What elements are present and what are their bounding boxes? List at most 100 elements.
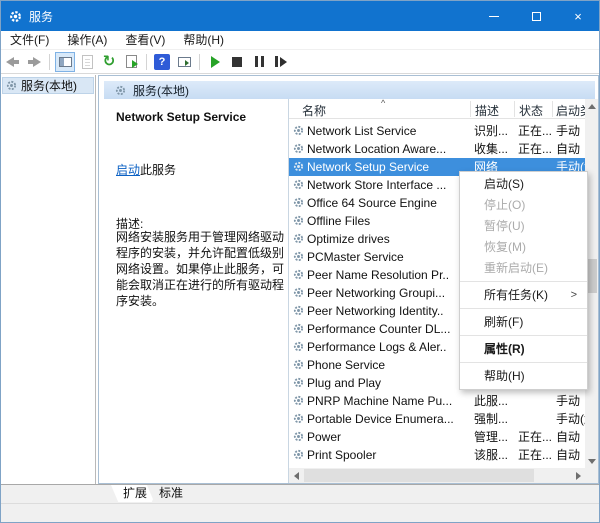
service-name-cell: Peer Networking Groupi...	[307, 284, 471, 302]
services-gear-icon	[6, 80, 17, 91]
service-description-cell: 管理...	[474, 428, 514, 446]
close-icon[interactable]: ×	[557, 1, 599, 31]
column-header-name[interactable]: 名称	[302, 102, 326, 119]
table-row[interactable]: Power 管理... 正在... 自动	[289, 428, 585, 446]
show-console-tree-icon[interactable]	[55, 52, 75, 72]
menu-item[interactable]: 文件(F)	[1, 31, 58, 50]
service-gear-icon	[293, 287, 304, 298]
refresh-icon[interactable]: ↻	[99, 52, 119, 72]
menu-item[interactable]: 操作(A)	[58, 31, 116, 50]
context-menu-item[interactable]: 所有任务(K) >	[460, 285, 587, 309]
menu-item[interactable]: 帮助(H)	[174, 31, 233, 50]
service-gear-icon	[293, 323, 304, 334]
service-startup-cell: 自动	[556, 428, 585, 446]
service-description-cell: 收集...	[474, 140, 514, 158]
context-menu-item[interactable]: 恢复(M) >	[460, 237, 587, 258]
forward-icon[interactable]	[24, 52, 44, 72]
service-startup-cell: 手动(触	[556, 410, 585, 428]
start-service-icon[interactable]	[205, 52, 225, 72]
service-gear-icon	[293, 179, 304, 190]
service-name-cell: Phone Service	[307, 356, 471, 374]
back-icon[interactable]	[2, 52, 22, 72]
context-menu-item-label: 刷新(F)	[484, 315, 523, 329]
service-description-cell: 该服...	[474, 446, 514, 464]
extended-info-panel: Network Setup Service 启动此服务 描述: 网络安装服务用于…	[104, 99, 288, 483]
column-separator[interactable]	[470, 101, 471, 117]
menu-bar: 文件(F)操作(A)查看(V)帮助(H)	[1, 31, 599, 50]
column-separator[interactable]	[514, 101, 515, 117]
menu-item[interactable]: 查看(V)	[116, 31, 174, 50]
service-name-cell: PNRP Machine Name Pu...	[307, 392, 471, 410]
service-description-cell: 此服...	[474, 392, 514, 410]
table-row[interactable]: Portable Device Enumera... 强制... 手动(触	[289, 410, 585, 428]
scroll-right-icon[interactable]	[571, 468, 585, 483]
context-menu-item-label: 启动(S)	[484, 177, 524, 191]
start-service-link[interactable]: 启动	[116, 163, 140, 177]
column-separator[interactable]	[552, 101, 553, 117]
context-menu-item[interactable]: 属性(R) >	[460, 339, 587, 363]
scrollbar-corner	[585, 468, 598, 483]
context-menu-item-label: 暂停(U)	[484, 219, 525, 233]
scroll-left-icon[interactable]	[289, 468, 303, 483]
console-tree: 服务(本地)	[1, 75, 96, 484]
table-row[interactable]: Network Location Aware... 收集... 正在... 自动	[289, 140, 585, 158]
table-row[interactable]: Network List Service 识别... 正在... 手动	[289, 122, 585, 140]
show-action-pane-icon[interactable]	[174, 52, 194, 72]
services-gear-icon	[115, 85, 126, 96]
restart-service-icon[interactable]	[271, 52, 291, 72]
export-list-icon[interactable]	[121, 52, 141, 72]
service-startup-cell: 手动	[556, 392, 585, 410]
service-name-cell: PCMaster Service	[307, 248, 471, 266]
sidebar-item-label: 服务(本地)	[21, 77, 77, 94]
context-menu-item[interactable]: 暂停(U) >	[460, 216, 587, 237]
stop-service-icon[interactable]	[227, 52, 247, 72]
service-name-cell: Portable Device Enumera...	[307, 410, 471, 428]
selected-service-name: Network Setup Service	[116, 110, 246, 124]
service-gear-icon	[293, 305, 304, 316]
horizontal-scrollbar-thumb[interactable]	[304, 469, 534, 482]
service-name-cell: Network List Service	[307, 122, 471, 140]
context-menu-item-label: 重新启动(E)	[484, 261, 548, 275]
minimize-icon[interactable]	[473, 1, 515, 31]
service-name-cell: Network Setup Service	[307, 158, 471, 176]
toolbar-separator	[199, 54, 200, 70]
service-startup-cell: 手动	[556, 122, 585, 140]
context-menu-item[interactable]: 启动(S) >	[460, 174, 587, 195]
service-status-cell: 正在...	[518, 140, 555, 158]
help-icon[interactable]: ?	[152, 52, 172, 72]
context-menu-item-label: 停止(O)	[484, 198, 525, 212]
maximize-icon[interactable]	[515, 1, 557, 31]
horizontal-scrollbar[interactable]	[289, 468, 585, 483]
service-gear-icon	[293, 413, 304, 424]
service-name-cell: Offline Files	[307, 212, 471, 230]
table-row[interactable]: Print Spooler 该服... 正在... 自动	[289, 446, 585, 464]
service-gear-icon	[293, 395, 304, 406]
toolbar: ↻ ?	[1, 50, 599, 74]
context-menu-item[interactable]: 帮助(H) >	[460, 366, 587, 387]
scroll-down-icon[interactable]	[585, 454, 598, 468]
service-gear-icon	[293, 143, 304, 154]
service-gear-icon	[293, 125, 304, 136]
start-service-suffix: 此服务	[140, 163, 176, 177]
scroll-up-icon[interactable]	[585, 99, 598, 113]
service-gear-icon	[293, 341, 304, 352]
sidebar-item-services-local[interactable]: 服务(本地)	[2, 77, 94, 94]
context-menu-item[interactable]: 重新启动(E) >	[460, 258, 587, 282]
column-header-description[interactable]: 描述	[475, 102, 499, 119]
tab-standard[interactable]: 标准	[147, 485, 195, 502]
context-menu-item[interactable]: 停止(O) >	[460, 195, 587, 216]
service-name-cell: Network Location Aware...	[307, 140, 471, 158]
service-status-cell: 正在...	[518, 446, 555, 464]
service-gear-icon	[293, 377, 304, 388]
description-text: 网络安装服务用于管理网络驱动程序的安装，并允许配置低级别网络设置。如果停止此服务…	[116, 229, 284, 309]
context-menu-item-label: 所有任务(K)	[484, 288, 548, 302]
column-header-status[interactable]: 状态	[519, 102, 543, 119]
service-name-cell: Network Store Interface ...	[307, 176, 471, 194]
titlebar[interactable]: 服务 ×	[1, 1, 599, 31]
context-menu: 启动(S) > 停止(O) > 暂停(U) > 恢复(M) > 重新启动(E) …	[459, 171, 588, 390]
service-startup-cell: 自动	[556, 446, 585, 464]
pause-service-icon[interactable]	[249, 52, 269, 72]
table-row[interactable]: PNRP Machine Name Pu... 此服... 手动	[289, 392, 585, 410]
context-menu-item[interactable]: 刷新(F) >	[460, 312, 587, 336]
properties-icon[interactable]	[77, 52, 97, 72]
